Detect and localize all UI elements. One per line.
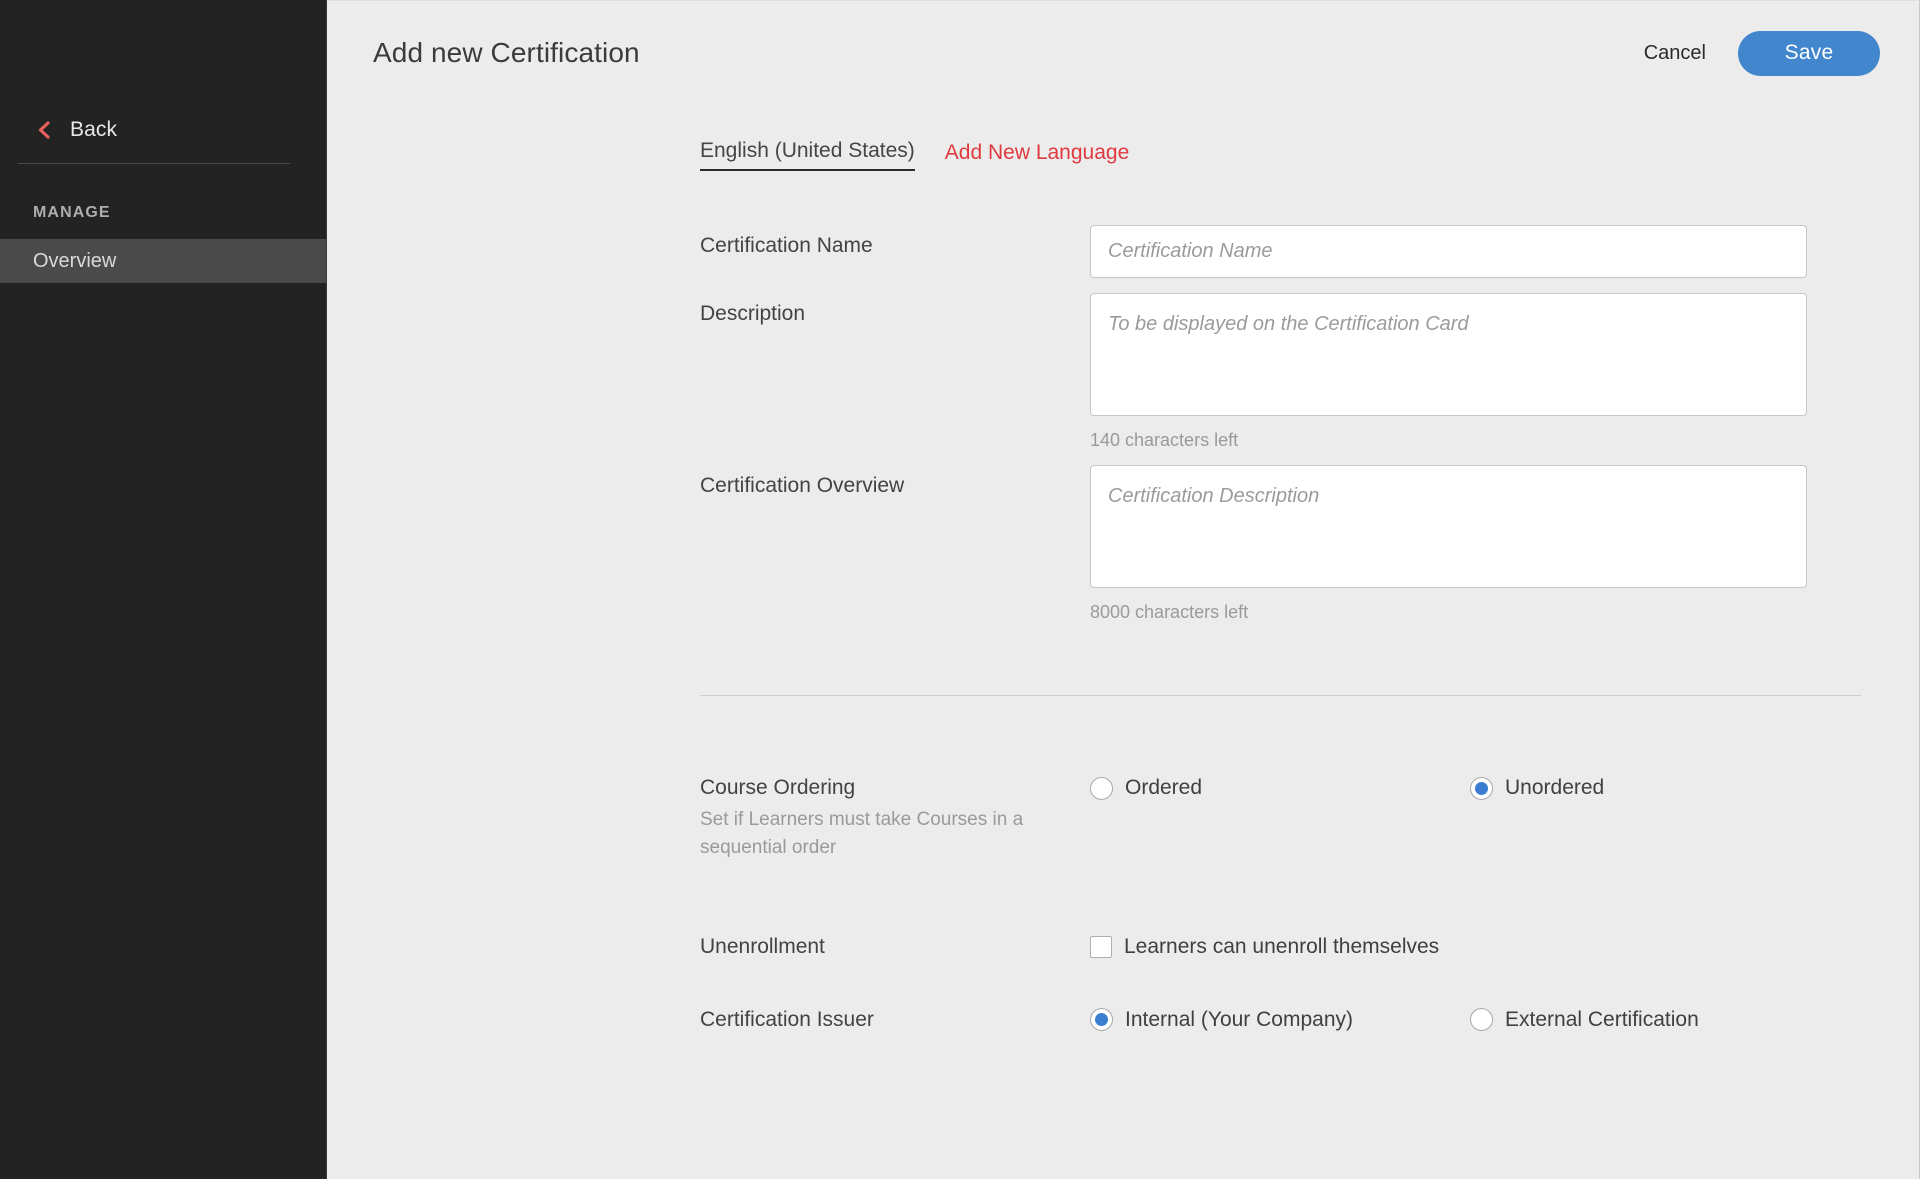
checkbox-learners-can-unenroll-label: Learners can unenroll themselves [1124,935,1439,959]
option-label-col: Unenrollment [700,933,1090,961]
radio-external-label: External Certification [1505,1008,1699,1032]
course-ordering-sublabel: Set if Learners must take Courses in a s… [700,806,1050,861]
field-input-col: 8000 characters left [1090,465,1807,623]
radio-ordered[interactable]: Ordered [1090,776,1470,800]
field-label-col: Certification Name [700,225,1090,260]
sidebar-item-label: Overview [33,250,116,273]
sidebar-back-label: Back [70,118,117,142]
field-description: Description 140 characters left [700,293,1919,451]
radio-unordered[interactable]: Unordered [1470,776,1604,800]
sidebar: Back MANAGE Overview [0,0,327,1179]
spacer [700,962,1919,1006]
section-divider [700,695,1861,696]
tab-english-united-states[interactable]: English (United States) [700,139,915,171]
spacer [700,278,1919,293]
sidebar-back-button[interactable]: Back [0,113,326,147]
certification-overview-label: Certification Overview [700,472,1090,500]
description-char-counter: 140 characters left [1090,430,1807,451]
certification-overview-char-counter: 8000 characters left [1090,602,1807,623]
options-area: Course Ordering Set if Learners must tak… [327,774,1919,1034]
field-label-col: Certification Overview [700,465,1090,500]
page-header: Add new Certification Cancel Save [327,1,1919,105]
radio-icon-internal [1090,1008,1113,1031]
spacer [700,451,1919,465]
certification-overview-textarea[interactable] [1090,465,1807,588]
radio-icon-ordered [1090,777,1113,800]
radio-unordered-label: Unordered [1505,776,1604,800]
main-content: Add new Certification Cancel Save Englis… [327,0,1920,1179]
certification-issuer-label: Certification Issuer [700,1006,1090,1034]
radio-icon-external [1470,1008,1493,1031]
certification-name-input[interactable] [1090,225,1807,278]
field-input-col: 140 characters left [1090,293,1807,451]
option-label-col: Certification Issuer [700,1006,1090,1034]
field-certification-name: Certification Name [700,225,1919,278]
checkbox-learners-can-unenroll[interactable]: Learners can unenroll themselves [1090,935,1439,959]
add-new-language-link[interactable]: Add New Language [945,141,1129,171]
description-label: Description [700,300,1090,328]
radio-external-certification[interactable]: External Certification [1470,1008,1699,1032]
spacer [700,861,1919,933]
save-button[interactable]: Save [1738,31,1880,76]
radio-internal-your-company[interactable]: Internal (Your Company) [1090,1008,1470,1032]
course-ordering-label: Course Ordering [700,774,1090,802]
certification-name-label: Certification Name [700,232,1090,260]
app-root: Back MANAGE Overview Add new Certificati… [0,0,1920,1179]
sidebar-divider [18,163,290,164]
field-input-col [1090,225,1807,278]
field-label-col: Description [700,293,1090,328]
sidebar-item-overview[interactable]: Overview [0,239,326,283]
certification-issuer-controls: Internal (Your Company) External Certifi… [1090,1006,1919,1032]
description-textarea[interactable] [1090,293,1807,416]
option-certification-issuer: Certification Issuer Internal (Your Comp… [700,1006,1919,1034]
cancel-button[interactable]: Cancel [1630,34,1720,73]
language-tabs: English (United States) Add New Language [327,137,1919,171]
sidebar-section-title: MANAGE [0,204,326,222]
radio-internal-label: Internal (Your Company) [1125,1008,1353,1032]
option-course-ordering: Course Ordering Set if Learners must tak… [700,774,1919,861]
page-title: Add new Certification [373,37,640,69]
radio-ordered-label: Ordered [1125,776,1202,800]
radio-icon-unordered [1470,777,1493,800]
course-ordering-controls: Ordered Unordered [1090,774,1919,800]
unenrollment-controls: Learners can unenroll themselves [1090,933,1919,959]
chevron-left-icon [36,120,52,140]
field-certification-overview: Certification Overview 8000 characters l… [700,465,1919,623]
option-unenrollment: Unenrollment Learners can unenroll thems… [700,933,1919,961]
form-area: Certification Name Description 140 chara… [327,225,1919,623]
checkbox-icon [1090,936,1112,958]
unenrollment-label: Unenrollment [700,933,1090,961]
option-label-col: Course Ordering Set if Learners must tak… [700,774,1090,861]
